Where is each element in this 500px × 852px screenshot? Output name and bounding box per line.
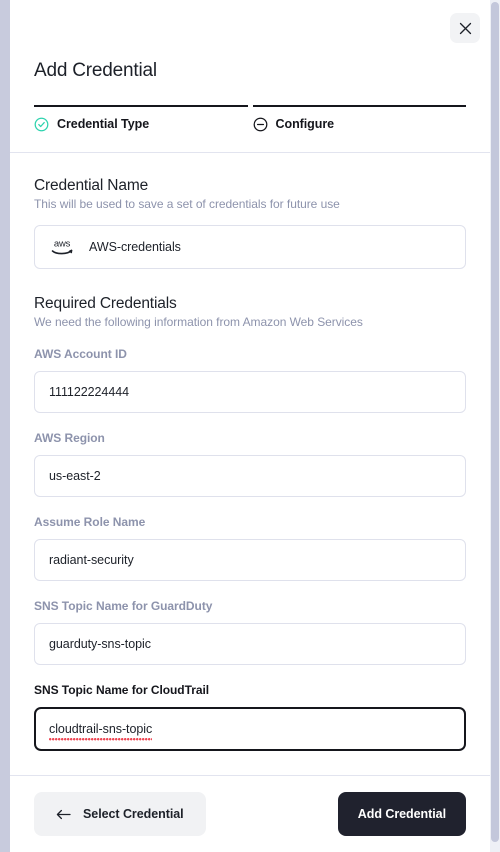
field-assume-role-name: Assume Role Name xyxy=(34,515,466,581)
field-sns-topic-cloudtrail: SNS Topic Name for CloudTrail cloudtrail… xyxy=(34,683,466,751)
step-tabs: Credential Type Configure xyxy=(34,104,466,152)
sns-topic-guardduty-input[interactable] xyxy=(34,622,466,665)
section-subtitle: This will be used to save a set of crede… xyxy=(34,196,340,211)
required-credentials-section: Required Credentials We need the followi… xyxy=(34,295,466,751)
check-circle-icon xyxy=(34,117,49,132)
tab-label: Credential Type xyxy=(57,117,150,132)
section-title: Required Credentials xyxy=(34,294,177,312)
svg-text:aws: aws xyxy=(54,238,71,249)
aws-account-id-input[interactable] xyxy=(34,370,466,413)
tab-label: Configure xyxy=(275,117,335,132)
arrow-left-icon xyxy=(56,809,71,820)
field-aws-account-id: AWS Account ID xyxy=(34,347,466,413)
field-aws-region: AWS Region xyxy=(34,431,466,497)
select-credential-back-button[interactable]: Select Credential xyxy=(34,792,206,836)
sns-topic-cloudtrail-input[interactable]: cloudtrail-sns-topic xyxy=(34,706,466,751)
spellcheck-underline xyxy=(49,737,153,741)
sns-topic-cloudtrail-value: cloudtrail-sns-topic xyxy=(49,721,153,736)
field-label: SNS Topic Name for CloudTrail xyxy=(34,682,210,697)
field-label: Assume Role Name xyxy=(34,514,146,529)
close-button[interactable] xyxy=(450,13,480,43)
section-title: Credential Name xyxy=(34,176,149,194)
dialog-body-scroll[interactable]: Credential Name This will be used to sav… xyxy=(10,153,490,775)
dialog-header: Add Credential Credential Type Configure xyxy=(10,0,490,153)
aws-logo-icon: aws xyxy=(49,236,75,258)
spellcheck-word: cloudtrail-sns-topic xyxy=(49,720,153,741)
back-button-label: Select Credential xyxy=(83,807,184,821)
assume-role-name-input[interactable] xyxy=(34,538,466,581)
section-subtitle: We need the following information from A… xyxy=(34,314,363,329)
field-label: SNS Topic Name for GuardDuty xyxy=(34,598,213,613)
aws-region-input[interactable] xyxy=(34,454,466,497)
credential-name-input[interactable]: aws AWS-credentials xyxy=(34,224,466,269)
page-scrollbar-thumb[interactable] xyxy=(491,2,499,842)
field-label: AWS Region xyxy=(34,430,105,445)
tab-credential-type[interactable]: Credential Type xyxy=(34,104,248,132)
tab-indicator-bar xyxy=(34,104,248,107)
minus-circle-icon xyxy=(253,117,268,132)
credential-name-section: Credential Name This will be used to sav… xyxy=(34,177,466,269)
close-icon xyxy=(459,22,472,35)
dialog-title: Add Credential xyxy=(34,60,157,81)
tab-configure[interactable]: Configure xyxy=(252,104,466,132)
page-scrollbar[interactable] xyxy=(490,0,500,852)
credential-name-value: AWS-credentials xyxy=(89,239,181,254)
dialog-footer: Select Credential Add Credential xyxy=(10,775,490,852)
tab-indicator-bar xyxy=(252,104,466,107)
field-sns-topic-guardduty: SNS Topic Name for GuardDuty xyxy=(34,599,466,665)
add-credential-dialog: Add Credential Credential Type Configure… xyxy=(10,0,490,852)
field-label: AWS Account ID xyxy=(34,346,127,361)
add-credential-submit-button[interactable]: Add Credential xyxy=(337,792,466,836)
